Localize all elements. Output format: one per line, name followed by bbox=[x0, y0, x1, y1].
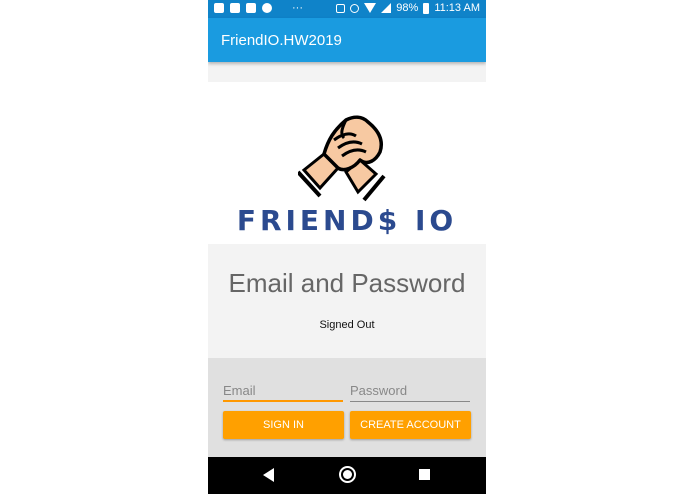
auth-status-text: Signed Out bbox=[319, 319, 375, 331]
recent-apps-icon[interactable] bbox=[419, 469, 430, 480]
phone-screen: ··· 98% 11:13 AM FriendIO.HW2019 FRIEND$… bbox=[208, 0, 486, 494]
alarm-icon bbox=[350, 3, 360, 13]
home-icon[interactable] bbox=[339, 466, 356, 483]
wifi-icon bbox=[364, 3, 377, 13]
system-icons: 98% 11:13 AM bbox=[336, 2, 480, 14]
page-title: Email and Password bbox=[228, 268, 466, 298]
sign-in-button[interactable]: SIGN IN bbox=[223, 411, 344, 439]
slack-icon bbox=[230, 3, 240, 13]
reddit-icon bbox=[262, 3, 272, 13]
sign-in-form: SIGN IN CREATE ACCOUNT bbox=[208, 358, 486, 457]
notification-icons: ··· bbox=[214, 2, 303, 14]
clock: 11:13 AM bbox=[434, 2, 480, 14]
handshake-logo-icon bbox=[298, 115, 386, 202]
system-nav-bar bbox=[208, 457, 486, 494]
status-bar: ··· 98% 11:13 AM bbox=[208, 0, 486, 18]
square-app-icon bbox=[246, 3, 256, 13]
password-field[interactable] bbox=[350, 380, 470, 402]
email-field[interactable] bbox=[223, 380, 343, 402]
vibrate-icon bbox=[336, 3, 346, 13]
signal-icon bbox=[381, 3, 392, 13]
app-bar: FriendIO.HW2019 bbox=[208, 18, 486, 62]
message-icon bbox=[214, 3, 224, 13]
battery-icon bbox=[423, 2, 430, 14]
create-account-button[interactable]: CREATE ACCOUNT bbox=[350, 411, 471, 439]
battery-percent: 98% bbox=[396, 2, 419, 14]
back-icon[interactable] bbox=[263, 468, 274, 482]
more-notifications-icon: ··· bbox=[292, 2, 303, 14]
app-title: FriendIO.HW2019 bbox=[221, 32, 342, 49]
logo-banner: FRIEND$ IO bbox=[208, 82, 486, 244]
logo-wordmark: FRIEND$ IO bbox=[236, 204, 458, 237]
